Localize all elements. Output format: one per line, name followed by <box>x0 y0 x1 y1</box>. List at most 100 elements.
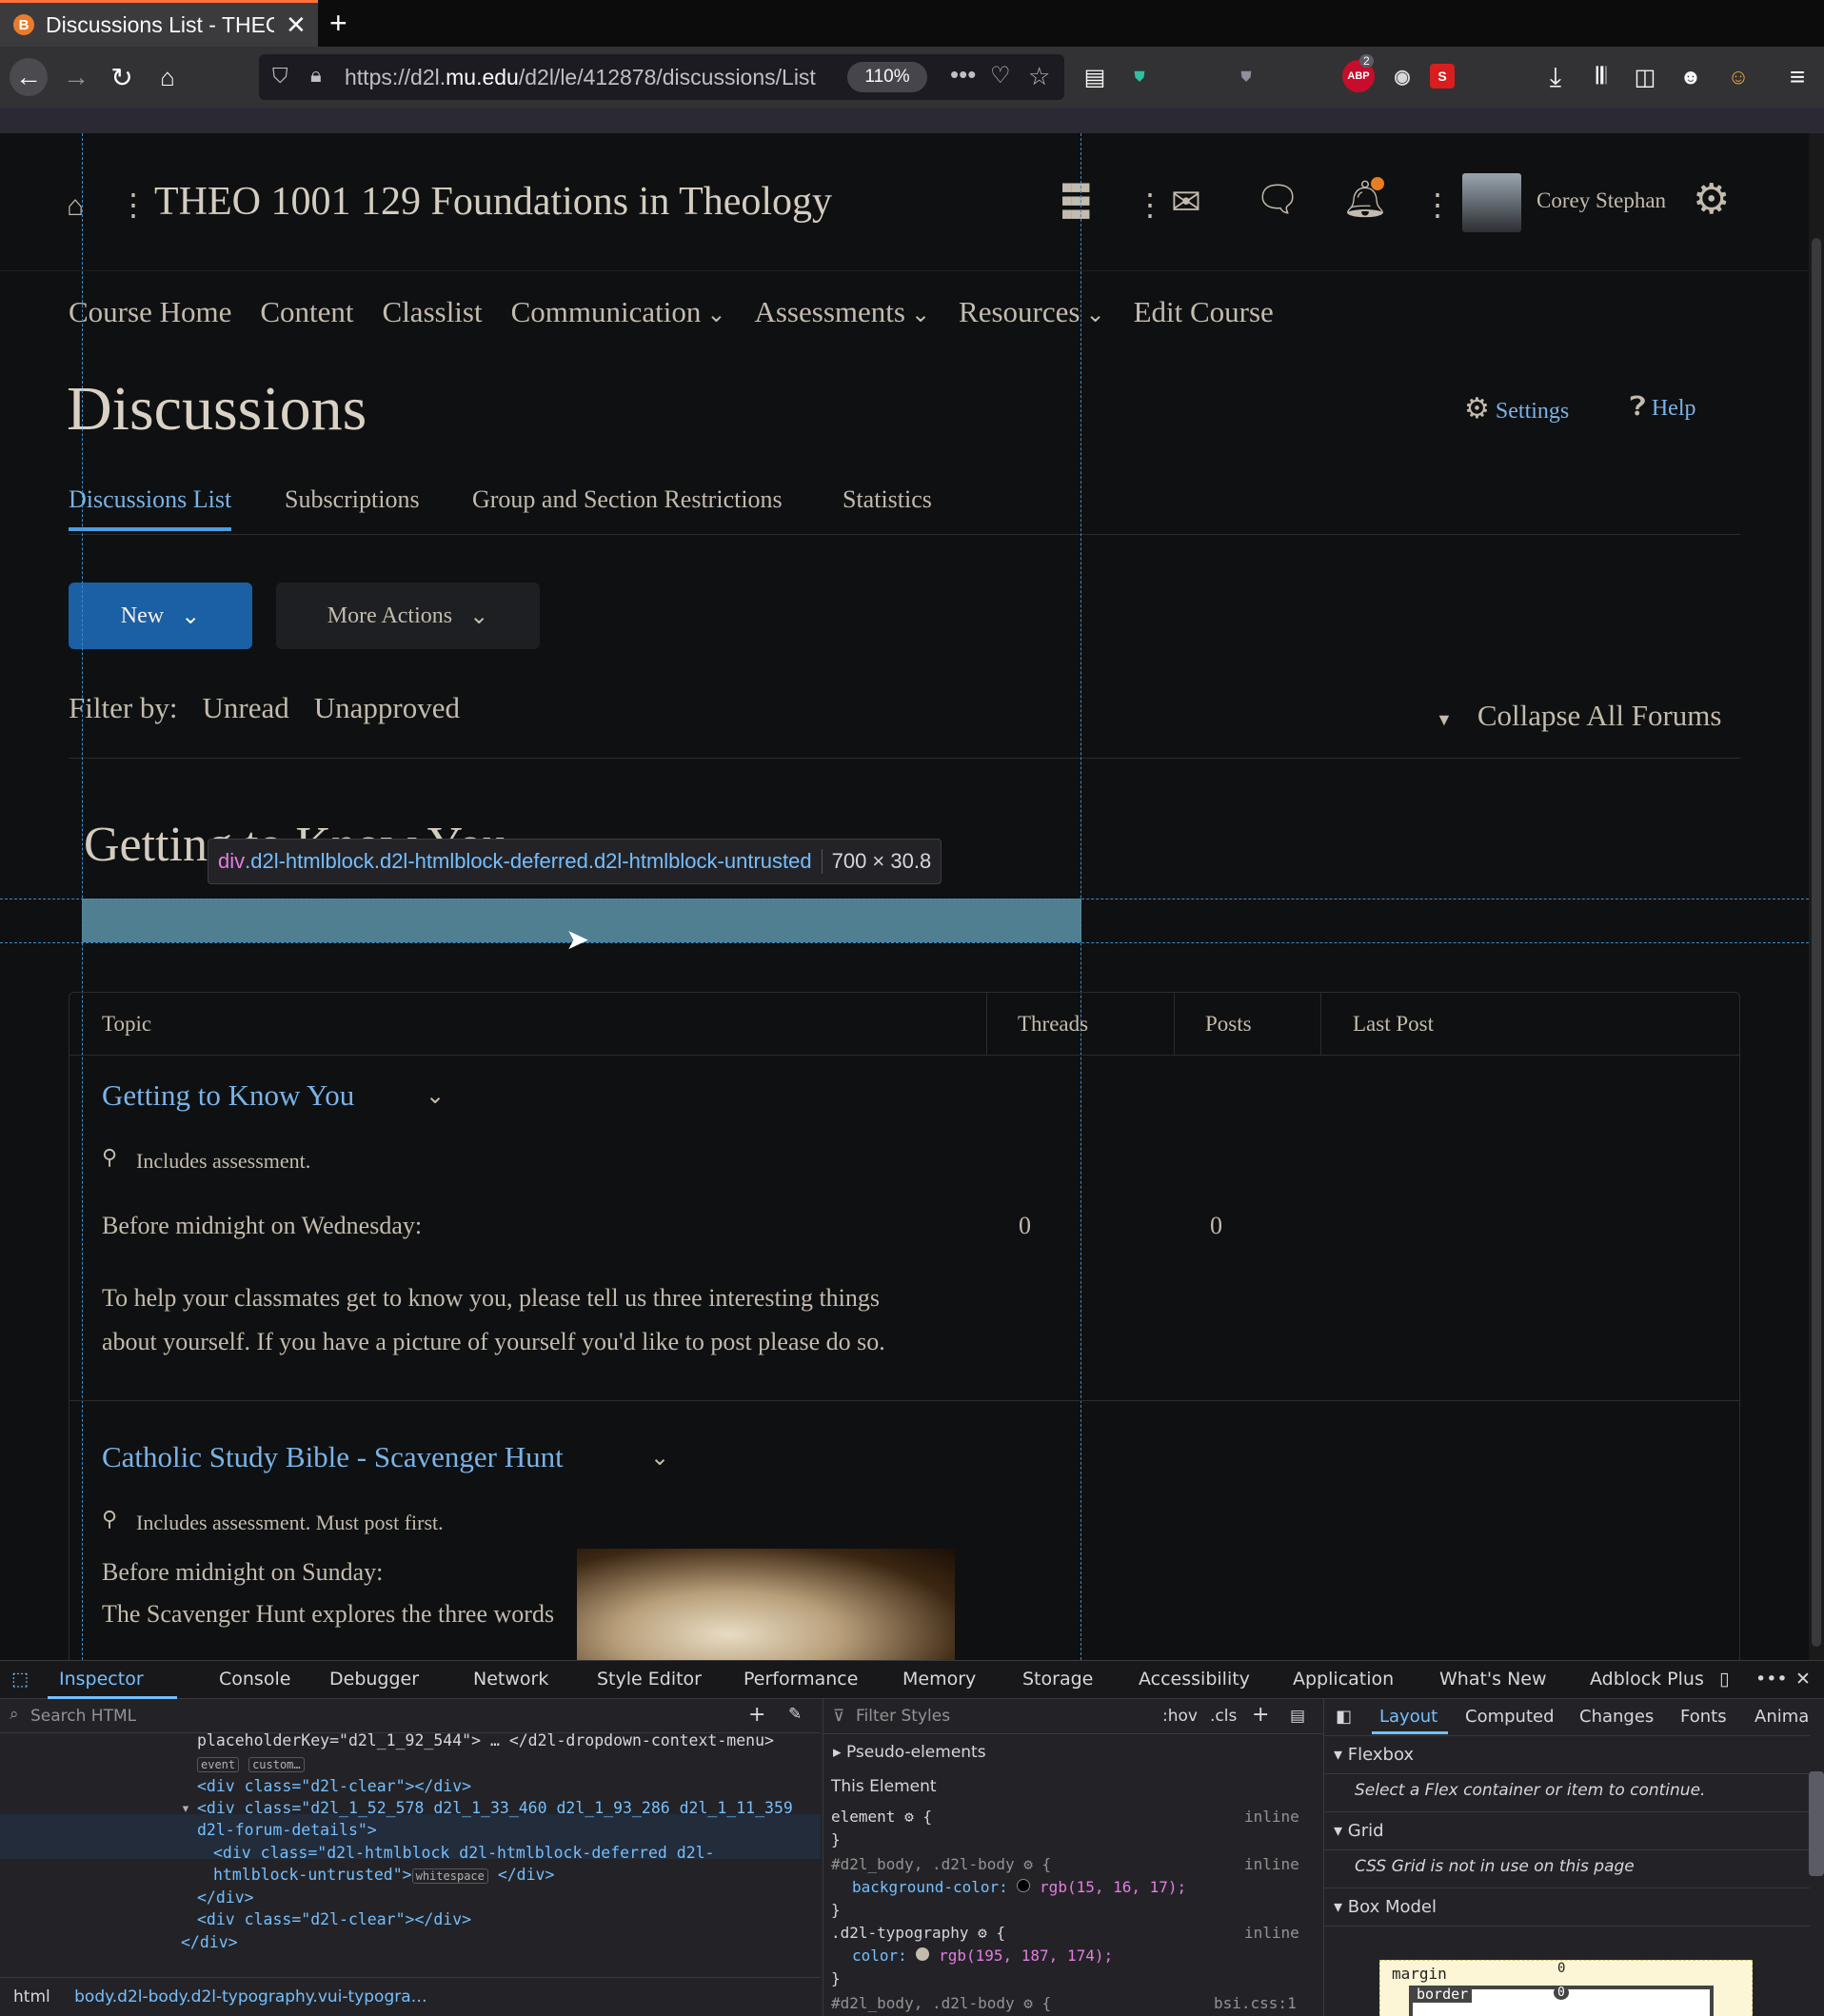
rule-selector[interactable]: .d2l-typography ⚙ { <box>831 1924 1005 1942</box>
more-options-icon[interactable]: ••• <box>1755 1669 1788 1690</box>
custom-badge[interactable]: custom… <box>248 1757 305 1772</box>
tab-storage[interactable]: Storage <box>1022 1669 1093 1690</box>
tab-subscriptions[interactable]: Subscriptions <box>285 485 420 514</box>
page-actions-icon[interactable]: ••• <box>950 60 976 89</box>
markup-line[interactable]: <div class="d2l-clear"></div> <box>197 1908 471 1931</box>
chevron-down-icon[interactable]: ⌄ <box>650 1444 669 1472</box>
topic-link[interactable]: Catholic Study Bible - Scavenger Hunt <box>102 1440 564 1474</box>
rule-source[interactable]: inline <box>1244 1924 1299 1942</box>
filter-unread[interactable]: Unread <box>203 691 289 725</box>
more-vertical-icon[interactable]: ⋮ <box>1422 187 1453 223</box>
scrollbar-thumb[interactable] <box>1812 238 1821 1647</box>
nav-edit-course[interactable]: Edit Course <box>1134 295 1274 329</box>
reader-view-icon[interactable]: ▤ <box>1076 58 1114 96</box>
extension-shield-grey-icon[interactable]: ⛊ <box>1230 60 1262 92</box>
menu-icon[interactable]: ≡ <box>1778 58 1816 96</box>
add-node-icon[interactable]: + <box>748 1703 765 1727</box>
tab-discussions-list[interactable]: Discussions List <box>69 485 232 531</box>
page-scrollbar[interactable] <box>1809 133 1824 1660</box>
help-link[interactable]: ❓︎ Help <box>1630 392 1695 423</box>
markup-line[interactable]: d2l-forum-details"> <box>197 1819 377 1842</box>
home-icon[interactable]: ⌂ <box>149 58 187 96</box>
lock-icon[interactable]: 🔒︎ <box>310 63 322 88</box>
pseudo-elements-toggle[interactable]: ▸ Pseudo-elements <box>833 1743 986 1762</box>
tab-inspector[interactable]: Inspector <box>59 1669 144 1690</box>
rule-selector[interactable]: #d2l_body, .d2l-body ⚙ { <box>831 1994 1051 2012</box>
devtools-scrollbar[interactable] <box>1809 1771 1824 1876</box>
pocket-icon[interactable]: ♡ <box>990 62 1011 89</box>
rule-property[interactable]: color: rgb(195, 187, 174); <box>852 1947 1113 1965</box>
rule-source[interactable]: inline <box>1244 1808 1299 1826</box>
tab-animations[interactable]: Anima <box>1755 1707 1809 1727</box>
extension-mask-icon[interactable]: ☻ <box>1672 58 1710 96</box>
url-bar[interactable]: ⛉ 🔒︎ https://d2l.mu.edu/d2l/le/412878/di… <box>259 54 1064 100</box>
markup-line[interactable]: <div class="d2l-clear"></div> <box>197 1775 471 1798</box>
cls-toggle[interactable]: .cls <box>1210 1707 1237 1726</box>
tab-performance[interactable]: Performance <box>743 1669 858 1690</box>
filter-unapproved[interactable]: Unapproved <box>314 691 460 725</box>
margin-top-value[interactable]: 0 <box>1557 1961 1565 1976</box>
extension-s-icon[interactable]: S <box>1430 64 1455 89</box>
markup-line[interactable]: </div> <box>197 1887 254 1909</box>
sidebar-icon[interactable]: ◫ <box>1626 58 1664 96</box>
tab-layout[interactable]: Layout <box>1379 1707 1437 1727</box>
whitespace-badge[interactable]: whitespace <box>411 1868 488 1884</box>
breadcrumb-html[interactable]: html <box>13 1987 50 2006</box>
nav-content[interactable]: Content <box>260 295 353 329</box>
bookmark-star-icon[interactable]: ☆ <box>1028 62 1050 91</box>
avatar[interactable] <box>1462 173 1521 232</box>
browser-tab[interactable]: B Discussions List - THEO 1001 ✕ <box>0 0 318 47</box>
new-button[interactable]: New ⌄ <box>69 583 252 649</box>
rule-property[interactable]: background-color: rgb(15, 16, 17); <box>852 1878 1186 1896</box>
markup-line[interactable]: <div class="d2l_1_52_578 d2l_1_33_460 d2… <box>197 1797 793 1820</box>
markup-line-selected[interactable]: <div class="d2l-htmlblock d2l-htmlblock-… <box>213 1842 715 1865</box>
grid-section-toggle[interactable]: ▾ Grid <box>1334 1821 1384 1841</box>
chevron-down-icon[interactable]: ⌄ <box>426 1082 445 1110</box>
expand-triangle-icon[interactable]: ▾ <box>181 1797 190 1820</box>
tab-statistics[interactable]: Statistics <box>843 485 932 514</box>
markup-line[interactable]: placeholderKey="d2l_1_92_544"> … </d2l-d… <box>197 1733 774 1752</box>
tab-debugger[interactable]: Debugger <box>329 1669 419 1690</box>
flexbox-section-toggle[interactable]: ▾ Flexbox <box>1334 1745 1414 1765</box>
tab-adblock-plus[interactable]: Adblock Plus <box>1590 1669 1704 1690</box>
nav-communication[interactable]: Communication <box>511 295 726 329</box>
reload-icon[interactable]: ↻ <box>103 58 141 96</box>
back-icon[interactable]: ← <box>10 58 48 96</box>
downloads-icon[interactable]: ⤓ <box>1537 58 1575 96</box>
extension-fox-icon[interactable]: ☺ <box>1719 58 1757 96</box>
filter-styles-input[interactable]: Filter Styles <box>856 1707 950 1726</box>
element-picker-icon[interactable]: ⬚ <box>11 1669 29 1690</box>
tab-style-editor[interactable]: Style Editor <box>597 1669 702 1690</box>
search-html-input[interactable]: ⌕ Search HTML + ✎ <box>0 1699 821 1733</box>
markup-line[interactable]: </div> <box>181 1931 238 1954</box>
mail-icon[interactable]: ✉ <box>1171 181 1201 224</box>
toggle-sidebar-icon[interactable]: ◧ <box>1336 1707 1352 1727</box>
tab-group-section-restrictions[interactable]: Group and Section Restrictions <box>472 485 783 514</box>
rule-source[interactable]: bsi.css:1 <box>1214 1994 1297 2012</box>
collapse-all-forums[interactable]: ▼ Collapse All Forums <box>1436 699 1721 733</box>
tab-application[interactable]: Application <box>1293 1669 1394 1690</box>
new-tab-icon[interactable]: + <box>329 6 347 41</box>
chat-icon[interactable]: 🗨︎ <box>1255 179 1300 221</box>
nav-resources[interactable]: Resources <box>959 295 1105 329</box>
color-swatch[interactable] <box>916 1947 930 1961</box>
nav-course-home[interactable]: Course Home <box>69 295 231 329</box>
nav-assessments[interactable]: Assessments <box>754 295 930 329</box>
more-vertical-icon[interactable]: ⋮ <box>118 187 149 223</box>
rule-selector[interactable]: element ⚙ { <box>831 1808 932 1826</box>
rule-selector[interactable]: #d2l_body, .d2l-body ⚙ { <box>831 1855 1051 1873</box>
forward-icon[interactable]: → <box>57 58 95 96</box>
add-rule-icon[interactable]: + <box>1252 1703 1269 1727</box>
close-tab-icon[interactable]: ✕ <box>286 10 307 40</box>
tab-whats-new[interactable]: What's New <box>1439 1669 1547 1690</box>
settings-link[interactable]: ⚙ Settings <box>1464 392 1569 425</box>
app-grid-icon[interactable]: ▪▪▪ ▪▪▪ ▪▪▪ <box>1061 169 1104 232</box>
eyedropper-icon[interactable]: ✎ <box>788 1705 802 1724</box>
breadcrumb-body[interactable]: body.d2l-body.d2l-typography.vui-typogra… <box>74 1987 427 2006</box>
extension-shield-green-icon[interactable]: ⛊ <box>1123 60 1156 92</box>
tab-console[interactable]: Console <box>219 1669 290 1690</box>
course-title[interactable]: THEO 1001 129 Foundations in Theology <box>154 179 832 225</box>
border-top-value[interactable]: 0 <box>1554 1986 1569 2000</box>
markup-line-selected[interactable]: htmlblock-untrusted"> whitespace </div> <box>213 1864 554 1888</box>
rule-source[interactable]: inline <box>1244 1855 1299 1873</box>
